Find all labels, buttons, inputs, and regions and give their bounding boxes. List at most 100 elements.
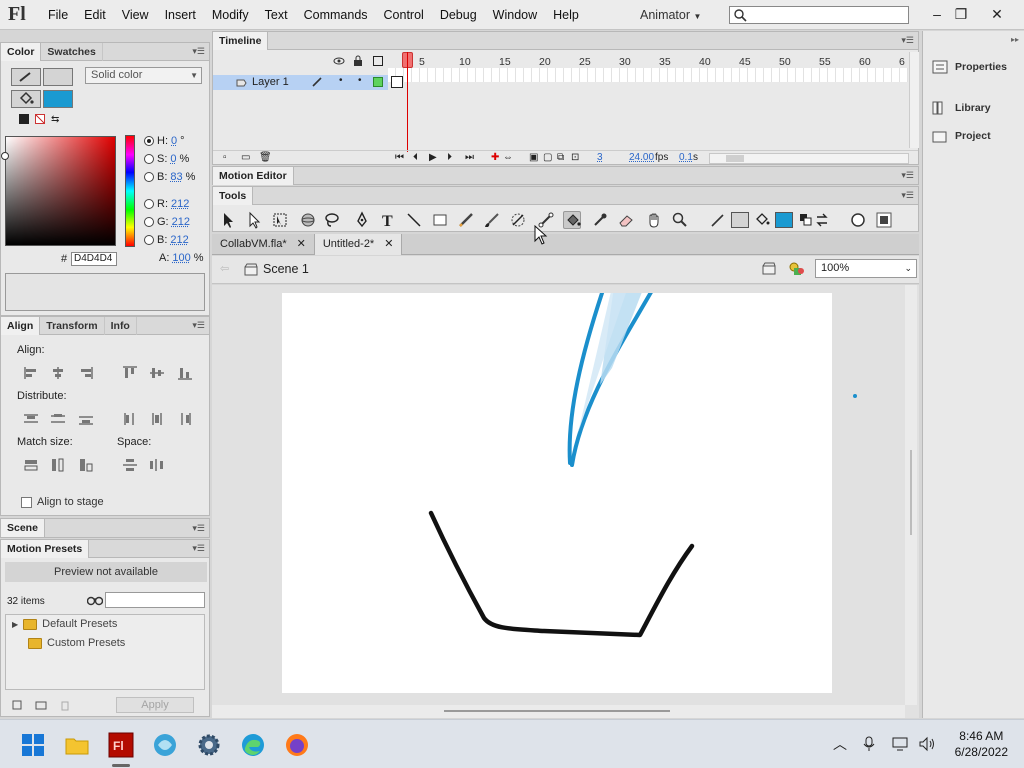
tab-info[interactable]: Info <box>105 316 137 335</box>
blue-value[interactable]: 212 <box>170 234 188 246</box>
green-radio[interactable] <box>144 217 154 227</box>
match-width-icon[interactable] <box>23 458 39 472</box>
subselection-tool-icon[interactable] <box>245 211 263 229</box>
dock-project[interactable]: Project <box>931 128 991 144</box>
scrollbar-thumb[interactable] <box>910 450 912 535</box>
onion-skin-icon[interactable]: ▣ <box>529 152 538 163</box>
scrollbar-thumb[interactable] <box>444 710 670 712</box>
tab-tools[interactable]: Tools <box>213 186 254 205</box>
align-vertical-center-icon[interactable] <box>149 366 165 380</box>
collabvm-icon[interactable] <box>152 732 178 758</box>
system-clock[interactable]: 8:46 AM 6/28/2022 <box>955 728 1008 760</box>
center-frame-icon[interactable]: ✚ <box>491 152 499 163</box>
expand-arrow-icon[interactable]: ▶ <box>12 620 18 629</box>
fill-color-chip[interactable] <box>43 90 73 108</box>
panel-menu-icon[interactable]: ▾☰ <box>192 46 209 57</box>
fill-color-swatch[interactable] <box>11 90 41 108</box>
list-item[interactable]: Custom Presets <box>28 637 125 649</box>
menu-commands[interactable]: Commands <box>296 0 376 30</box>
panel-menu-icon[interactable]: ▾☰ <box>901 190 918 201</box>
panel-menu-icon[interactable]: ▾☰ <box>901 35 918 46</box>
no-color-icon[interactable] <box>35 114 45 124</box>
last-frame-icon[interactable]: ⏭ <box>465 152 474 163</box>
workspace-switcher[interactable]: Animator ▼ <box>640 0 701 30</box>
menu-debug[interactable]: Debug <box>432 0 485 30</box>
edit-multiple-icon[interactable]: ⧉ <box>557 152 564 163</box>
edit-scene-icon[interactable] <box>762 262 778 276</box>
network-icon[interactable] <box>892 737 910 751</box>
eyedropper-tool-icon[interactable] <box>591 211 609 229</box>
document-tab[interactable]: CollabVM.fla* ✕ <box>212 234 315 255</box>
back-arrow-icon[interactable]: ⇦ <box>220 262 229 275</box>
microphone-icon[interactable] <box>862 736 876 752</box>
help-search-input[interactable] <box>729 6 909 24</box>
hue-slider[interactable] <box>125 135 135 247</box>
lasso-tool-icon[interactable] <box>323 211 341 229</box>
timeline-vertical-scrollbar[interactable] <box>909 52 919 148</box>
tab-color[interactable]: Color <box>1 42 42 61</box>
match-height-icon[interactable] <box>50 458 66 472</box>
outline-toggle-icon[interactable] <box>373 56 383 66</box>
frame-grid[interactable] <box>388 68 908 82</box>
firefox-icon[interactable] <box>284 732 310 758</box>
distribute-horizontal-center-icon[interactable] <box>149 412 165 426</box>
alpha-value[interactable]: 100 <box>172 252 190 264</box>
close-icon[interactable]: ✕ <box>297 234 306 255</box>
match-width-height-icon[interactable] <box>78 458 94 472</box>
hand-tool-icon[interactable] <box>645 211 663 229</box>
tab-motion-editor[interactable]: Motion Editor <box>213 166 294 185</box>
panel-menu-icon[interactable]: ▾☰ <box>192 543 209 554</box>
green-value[interactable]: 212 <box>172 216 190 228</box>
text-tool-icon[interactable]: T <box>379 211 397 230</box>
onion-outline-icon[interactable]: ▢ <box>543 152 552 163</box>
snap-to-objects-icon[interactable] <box>875 211 893 229</box>
red-radio[interactable] <box>144 199 154 209</box>
pencil-tool-icon[interactable] <box>457 211 475 229</box>
edge-browser-icon[interactable] <box>240 732 266 758</box>
volume-icon[interactable] <box>918 736 936 752</box>
visibility-dot-icon[interactable]: • <box>339 75 343 86</box>
scene-name[interactable]: Scene 1 <box>263 262 309 276</box>
layer-color-icon[interactable] <box>373 77 383 87</box>
canvas-horizontal-scrollbar[interactable] <box>212 705 905 718</box>
menu-help[interactable]: Help <box>545 0 587 30</box>
distribute-top-icon[interactable] <box>23 412 39 426</box>
step-back-icon[interactable]: ⏴ <box>413 152 418 163</box>
tab-align[interactable]: Align <box>1 316 41 335</box>
paint-bucket-tool-icon[interactable] <box>563 211 581 229</box>
align-horizontal-center-icon[interactable] <box>50 366 66 380</box>
distribute-left-icon[interactable] <box>122 412 138 426</box>
menu-view[interactable]: View <box>114 0 157 30</box>
tab-timeline[interactable]: Timeline <box>213 31 269 50</box>
canvas-vertical-scrollbar[interactable] <box>905 285 917 705</box>
color-saturation-field[interactable] <box>5 136 116 246</box>
hex-input[interactable]: D4D4D4 <box>71 252 117 266</box>
menu-control[interactable]: Control <box>376 0 432 30</box>
panel-menu-icon[interactable]: ▾☰ <box>192 523 209 534</box>
trash-icon[interactable]: 🗑 <box>259 152 272 163</box>
distribute-vertical-center-icon[interactable] <box>50 412 66 426</box>
restore-button[interactable]: ❐ <box>946 0 976 30</box>
apply-button[interactable]: Apply <box>116 697 194 713</box>
stage[interactable] <box>282 285 832 693</box>
align-left-icon[interactable] <box>23 366 39 380</box>
trash-icon[interactable] <box>59 699 71 711</box>
hue-value[interactable]: 0 <box>171 135 177 147</box>
object-drawing-icon[interactable] <box>849 211 867 229</box>
file-explorer-icon[interactable] <box>64 732 90 758</box>
menu-modify[interactable]: Modify <box>204 0 257 30</box>
elapsed-time[interactable]: 0.1 <box>679 152 693 163</box>
stroke-color-swatch[interactable] <box>11 68 41 86</box>
new-preset-icon[interactable] <box>11 699 23 711</box>
new-folder-icon[interactable] <box>35 699 47 711</box>
distribute-right-icon[interactable] <box>177 412 193 426</box>
new-folder-icon[interactable]: ▭ <box>241 152 250 163</box>
dock-library[interactable]: Library <box>931 100 991 116</box>
settings-gear-icon[interactable] <box>196 732 222 758</box>
align-to-stage-checkbox[interactable]: Align to stage <box>21 496 104 508</box>
3d-rotation-tool-icon[interactable] <box>299 211 317 229</box>
animate-app-icon[interactable]: Fl <box>108 732 134 758</box>
eye-icon[interactable] <box>333 56 345 66</box>
fill-color-bucket-icon[interactable] <box>753 211 771 229</box>
lock-dot-icon[interactable]: • <box>358 75 362 86</box>
